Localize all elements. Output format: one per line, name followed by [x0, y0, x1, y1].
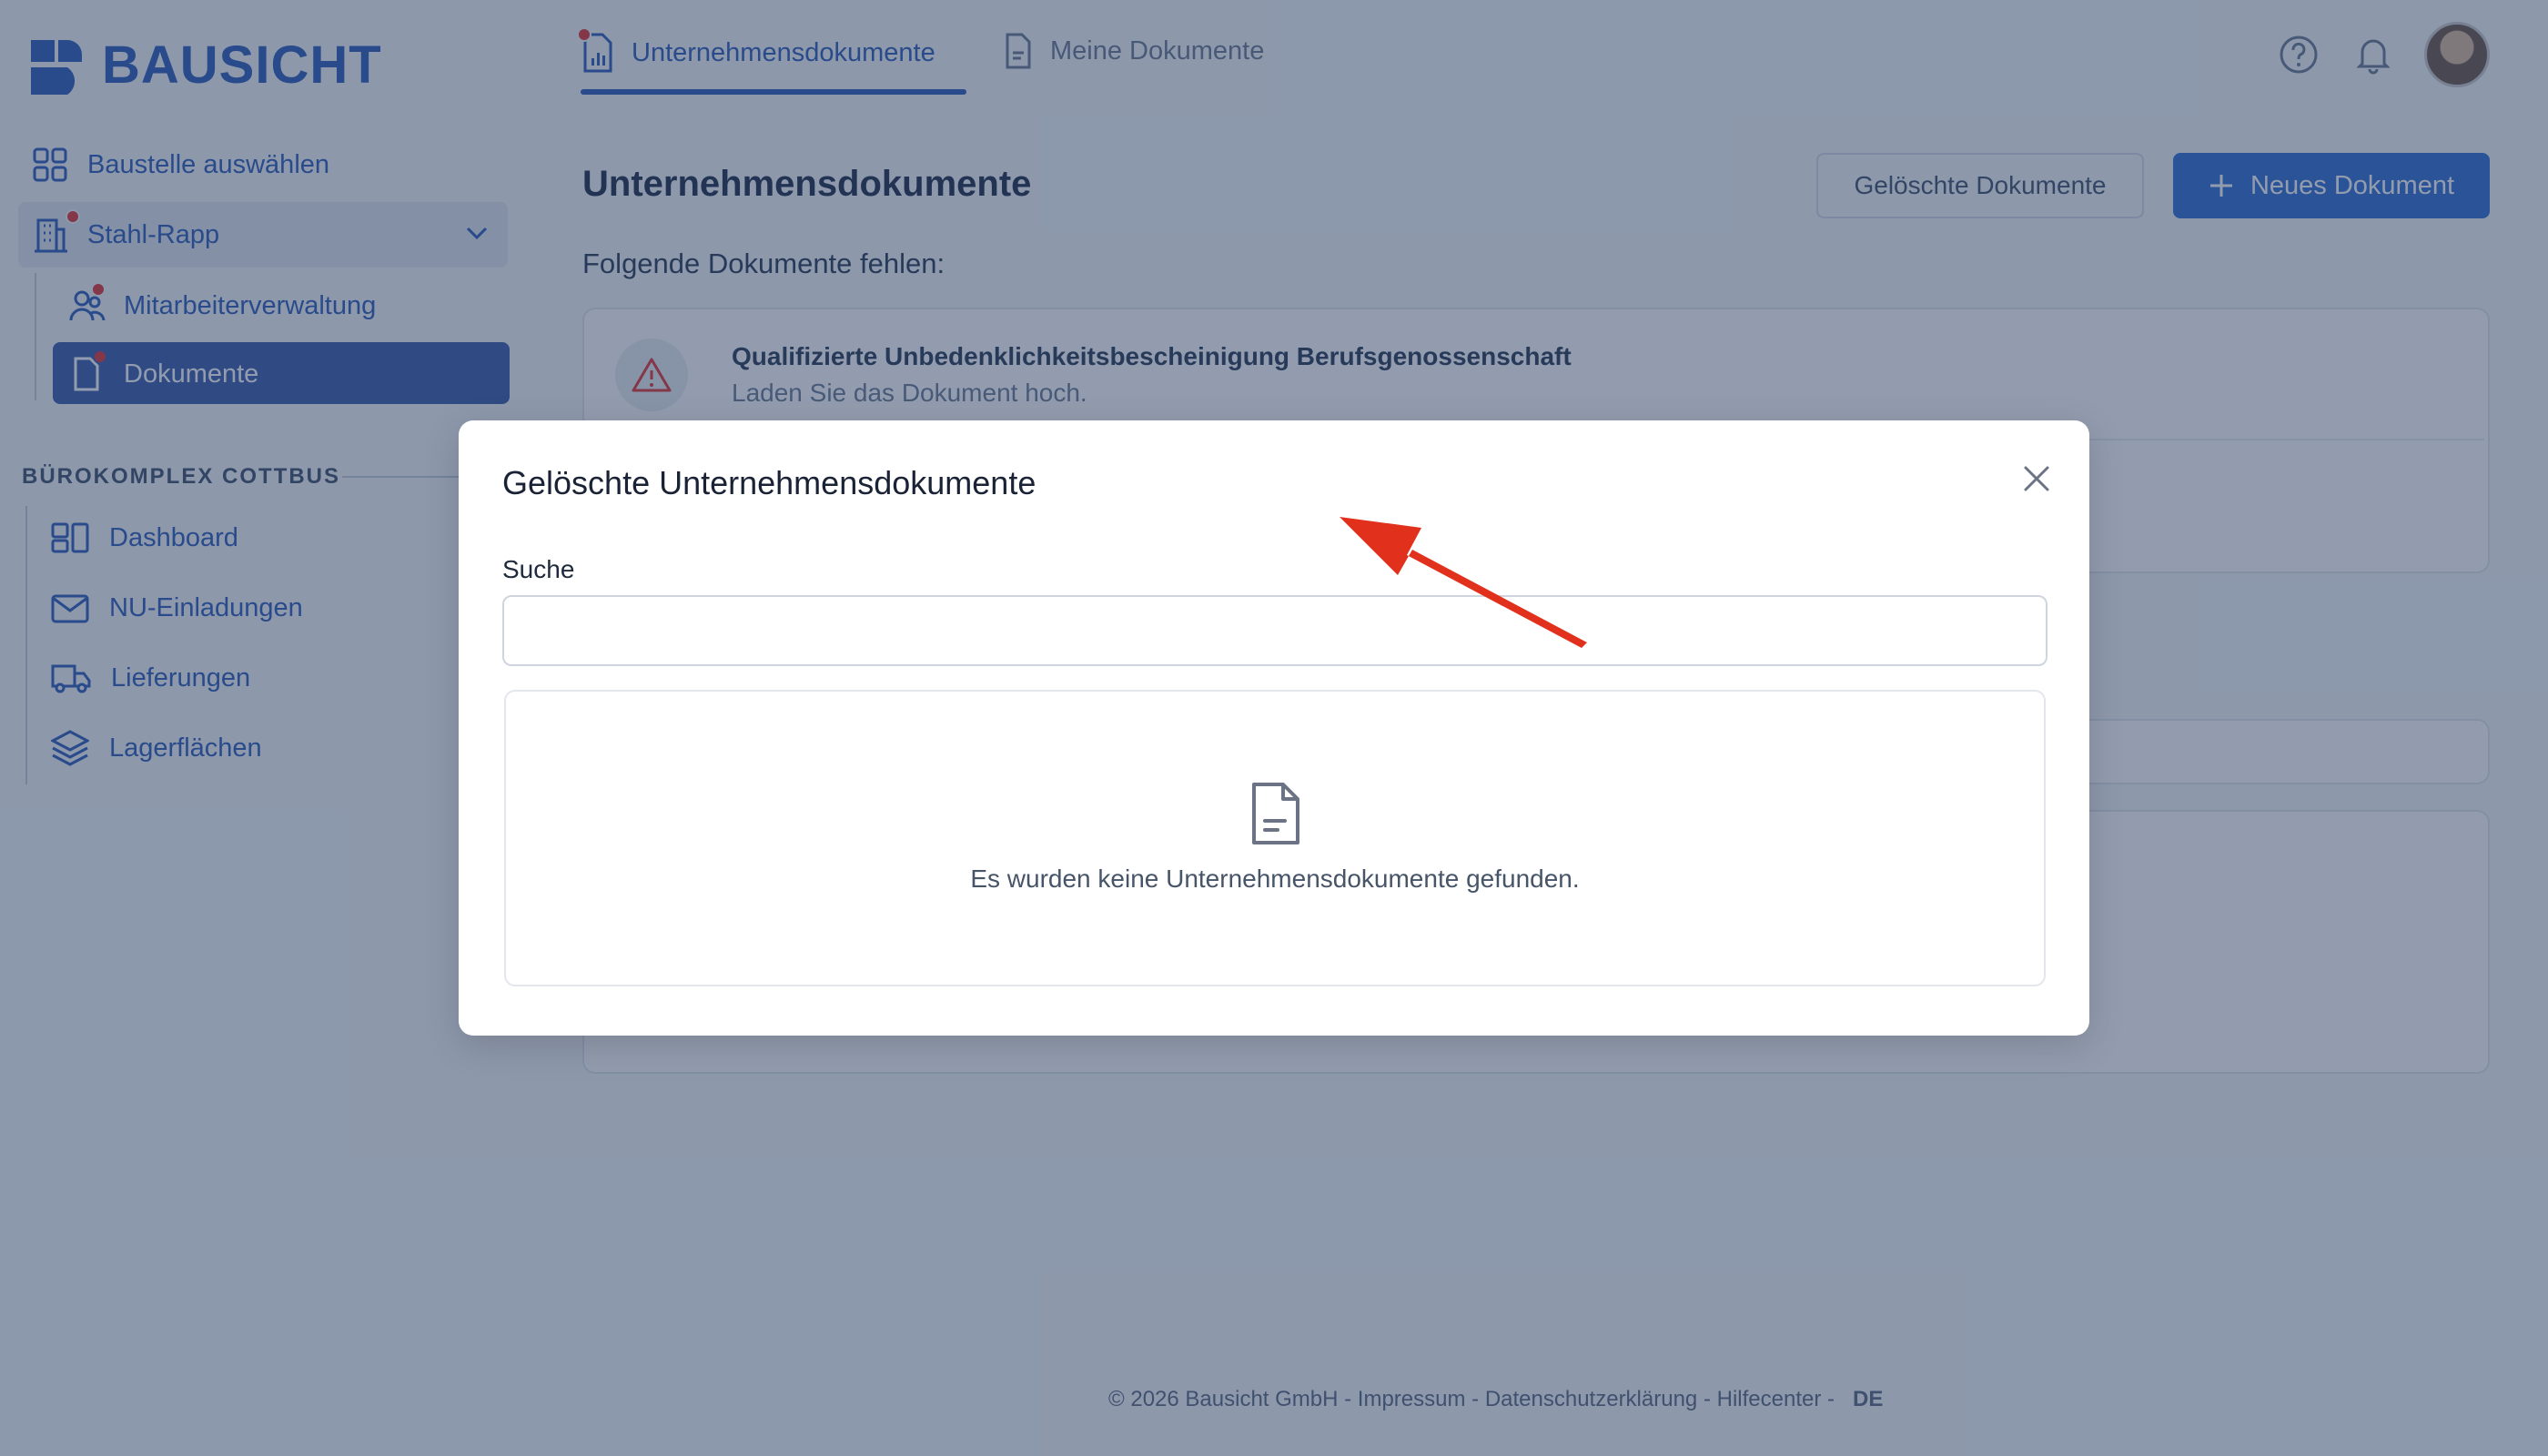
empty-state: Es wurden keine Unternehmensdokumente ge…: [504, 690, 2046, 986]
search-input[interactable]: [502, 595, 2048, 666]
empty-document-icon: [1252, 783, 1299, 844]
search-label: Suche: [502, 555, 575, 583]
close-icon[interactable]: [2017, 459, 2057, 499]
modal-title: Gelöschte Unternehmensdokumente: [502, 464, 1036, 501]
deleted-documents-modal: Gelöschte Unternehmensdokumente Suche Es…: [459, 420, 2089, 1036]
empty-state-text: Es wurden keine Unternehmensdokumente ge…: [970, 864, 1580, 893]
